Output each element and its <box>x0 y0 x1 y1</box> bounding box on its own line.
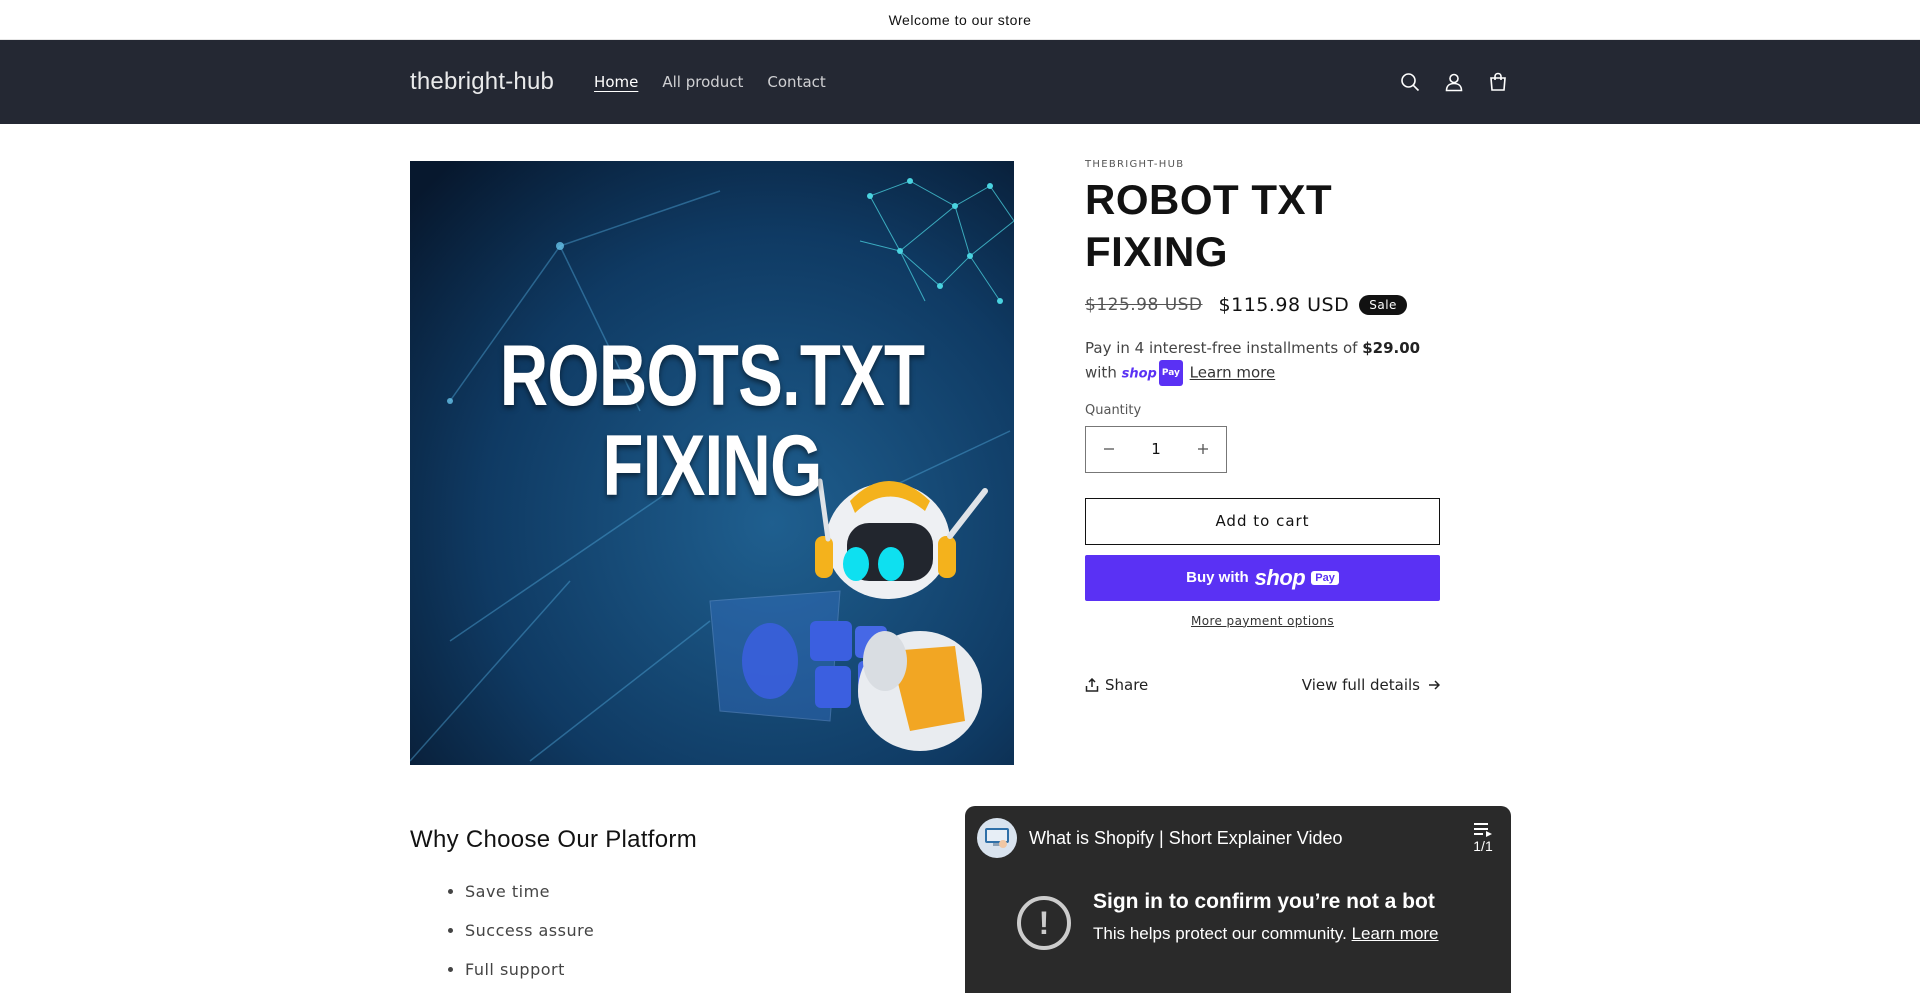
quantity-label: Quantity <box>1085 402 1142 418</box>
list-item: Full support <box>465 950 965 989</box>
buy-with-label: Buy with <box>1186 569 1249 586</box>
main-nav: Home All product Contact <box>594 73 826 91</box>
nav-contact[interactable]: Contact <box>767 73 825 91</box>
why-choose-block: Why Choose Our Platform Save time Succes… <box>410 806 965 989</box>
quantity-stepper: 1 <box>1085 425 1227 473</box>
site-header: thebright-hub Home All product Contact <box>0 40 1920 124</box>
product-vendor: THEBRIGHT-HUB <box>1085 159 1185 170</box>
video-alert-body: This helps protect our community. <box>1093 924 1347 943</box>
regular-price: $125.98 USD <box>1085 295 1203 315</box>
plus-icon <box>1197 444 1208 454</box>
why-heading: Why Choose Our Platform <box>410 826 697 853</box>
sale-price: $115.98 USD <box>1218 294 1350 316</box>
announcement-text: Welcome to our store <box>888 11 1032 28</box>
view-full-details-label: View full details <box>1301 675 1420 694</box>
product-title: ROBOT TXT FIXING <box>1085 174 1440 278</box>
view-full-details-link[interactable]: View full details <box>1302 676 1440 694</box>
nav-home[interactable]: Home <box>594 73 638 91</box>
shop-logo: shop <box>1254 564 1306 590</box>
installments-info: Pay in 4 interest-free installments of $… <box>1085 336 1440 387</box>
video-learn-more-link[interactable]: Learn more <box>1352 924 1439 943</box>
playlist-count: 1/1 <box>1473 838 1493 854</box>
video-title[interactable]: What is Shopify | Short Explainer Video <box>1029 828 1473 849</box>
share-icon <box>1085 677 1099 692</box>
shop-pay-pill: Pay <box>1158 360 1183 386</box>
product-image[interactable]: ROBOTS.TXT FIXING <box>410 161 1014 765</box>
video-alert-title: Sign in to confirm you’re not a bot <box>1093 890 1435 913</box>
buy-with-shop-pay-button[interactable]: Buy with shop Pay <box>1085 554 1440 601</box>
product-title-line2: FIXING <box>1085 228 1229 275</box>
account-icon[interactable] <box>1442 70 1466 94</box>
video-error-message: ! Sign in to confirm you’re not a bot Th… <box>965 870 1511 950</box>
share-row: Share View full details <box>1085 676 1440 694</box>
nav-all-product[interactable]: All product <box>662 73 743 91</box>
arrow-right-icon <box>1429 679 1440 690</box>
channel-avatar[interactable] <box>977 818 1017 858</box>
image-title-line2: FIXING <box>602 418 823 514</box>
product-title-line1: ROBOT TXT <box>1085 176 1333 223</box>
playlist-button[interactable]: 1/1 <box>1473 822 1493 854</box>
shop-pay-badge: Pay <box>1311 570 1339 585</box>
installments-text: Pay in 4 interest-free installments of <box>1085 339 1358 357</box>
playlist-icon <box>1474 823 1492 837</box>
list-item: Save time <box>465 872 965 911</box>
product-image-title: ROBOTS.TXT FIXING <box>476 331 947 511</box>
add-to-cart-button[interactable]: Add to cart <box>1085 497 1440 545</box>
installments-learn-more-link[interactable]: Learn more <box>1190 364 1276 382</box>
announcement-bar: Welcome to our store <box>0 0 1920 40</box>
quantity-input[interactable]: 1 <box>1151 440 1161 458</box>
quantity-increase-button[interactable] <box>1180 427 1226 472</box>
why-list: Save time Success assure Full support <box>410 872 965 989</box>
store-logo[interactable]: thebright-hub <box>410 68 554 96</box>
cart-icon[interactable] <box>1486 70 1510 94</box>
embedded-video[interactable]: What is Shopify | Short Explainer Video … <box>965 806 1511 993</box>
quantity-decrease-button[interactable] <box>1086 427 1132 472</box>
video-alert-text: This helps protect our community. Learn … <box>1093 924 1439 944</box>
installments-amount: $29.00 <box>1362 339 1421 357</box>
image-title-line1: ROBOTS.TXT <box>499 328 925 424</box>
list-item: Success assure <box>465 911 965 950</box>
channel-avatar-image <box>985 828 1009 848</box>
minus-icon <box>1104 448 1114 450</box>
share-label: Share <box>1105 675 1149 694</box>
price-row: $125.98 USD $115.98 USD Sale <box>1085 294 1440 316</box>
features-section: Why Choose Our Platform Save time Succes… <box>410 806 1511 993</box>
product-info: THEBRIGHT-HUB ROBOT TXT FIXING $125.98 U… <box>1085 159 1440 765</box>
alert-icon: ! <box>1017 896 1071 950</box>
sale-badge: Sale <box>1359 295 1407 315</box>
more-payment-options-link[interactable]: More payment options <box>1085 614 1440 628</box>
installments-with: with <box>1085 363 1117 382</box>
search-icon[interactable] <box>1398 70 1422 94</box>
share-button[interactable]: Share <box>1085 676 1148 694</box>
shop-pay-logo-word: shop <box>1121 366 1157 382</box>
video-header: What is Shopify | Short Explainer Video … <box>965 806 1511 870</box>
product-section: ROBOTS.TXT FIXING THEBRIGHT-HUB ROBOT TX… <box>410 159 1510 765</box>
